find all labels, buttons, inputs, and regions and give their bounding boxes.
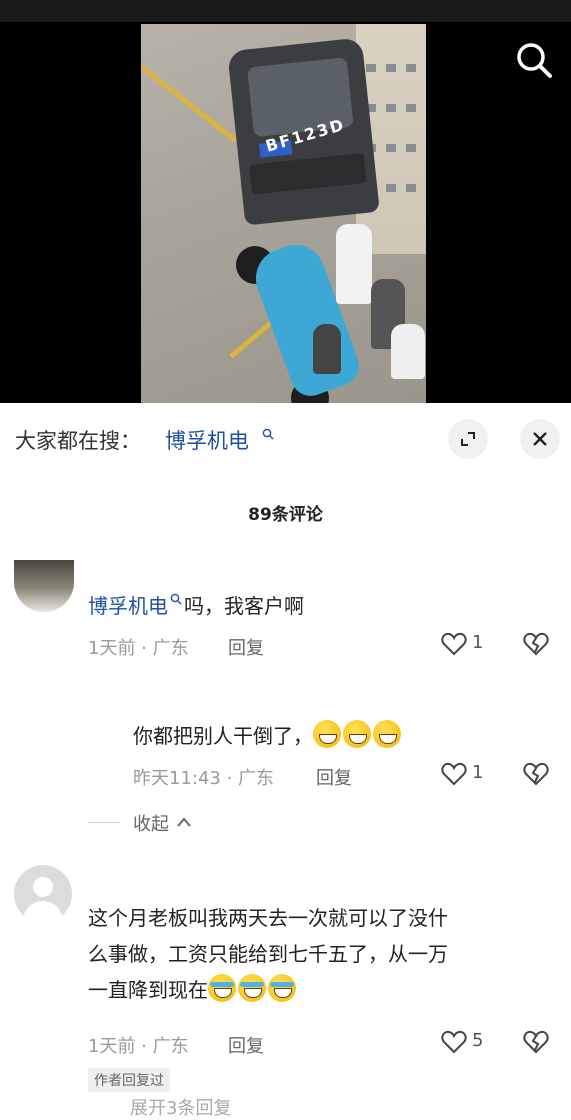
status-bar xyxy=(0,0,571,22)
search-icon xyxy=(262,428,274,440)
like-button[interactable]: 5 xyxy=(440,1028,500,1056)
person xyxy=(313,324,341,374)
reply-button[interactable]: 回复 xyxy=(228,634,264,660)
reply-button[interactable]: 回复 xyxy=(316,764,352,790)
grin-emoji xyxy=(343,720,371,748)
like-count: 1 xyxy=(472,632,484,653)
chevron-up-icon xyxy=(176,817,191,827)
video-frame[interactable]: BF123D xyxy=(141,24,426,403)
heart-icon xyxy=(441,762,467,786)
reply-text: 你都把别人干倒了， xyxy=(133,718,403,754)
grin-emoji xyxy=(313,720,341,748)
trending-search-link[interactable]: 博孚机电 xyxy=(165,425,249,455)
comment-meta: 1天前 · 广东 xyxy=(88,638,189,659)
search-icon xyxy=(170,593,182,605)
broken-heart-icon[interactable] xyxy=(522,630,550,658)
broken-heart-icon[interactable] xyxy=(522,760,550,788)
reply-meta: 昨天11:43 · 广东 xyxy=(133,768,275,789)
search-icon[interactable] xyxy=(514,40,554,80)
comment-line: 么事做，工资只能给到七千五了，从一万 xyxy=(88,942,448,966)
reply-button[interactable]: 回复 xyxy=(228,1032,264,1058)
comments-count: 89条评论 xyxy=(248,505,323,525)
like-button[interactable]: 1 xyxy=(440,760,500,788)
comment-meta: 1天前 · 广东 xyxy=(88,1036,189,1057)
comment-line: 一直降到现在 xyxy=(88,978,208,1002)
close-icon xyxy=(533,432,547,446)
comment-text-body: 吗，我客户啊 xyxy=(184,594,304,618)
like-count: 5 xyxy=(472,1030,484,1051)
like-button[interactable]: 1 xyxy=(440,630,500,658)
video-player[interactable]: BF123D xyxy=(0,0,571,403)
trending-search-label: 大家都在搜： xyxy=(15,429,141,453)
expand-replies-button[interactable]: 展开3条回复 xyxy=(130,1094,231,1120)
car: BF123D xyxy=(227,37,380,226)
reply-text-body: 你都把别人干倒了， xyxy=(133,724,313,748)
avatar[interactable] xyxy=(14,560,74,612)
divider xyxy=(88,822,120,823)
comment-line-last: 一直降到现在 xyxy=(88,972,448,1008)
trending-search-bar: 大家都在搜： 博孚机电 xyxy=(0,403,571,475)
heart-icon xyxy=(441,632,467,656)
heart-icon xyxy=(441,1030,467,1054)
person xyxy=(391,324,425,379)
comment-text: 博孚机电 吗，我客户啊 xyxy=(88,588,304,624)
collapse-label: 收起 xyxy=(133,814,169,835)
author-replied-badge: 作者回复过 xyxy=(88,1068,170,1092)
laugh-cry-emoji xyxy=(238,974,266,1002)
expand-button[interactable] xyxy=(448,419,488,459)
comment-link[interactable]: 博孚机电 xyxy=(88,594,168,618)
collapse-replies-button[interactable]: 收起 xyxy=(133,810,193,836)
person xyxy=(336,224,372,304)
broken-heart-icon[interactable] xyxy=(522,1028,550,1056)
grin-emoji xyxy=(373,720,401,748)
avatar[interactable] xyxy=(14,865,72,923)
close-button[interactable] xyxy=(520,419,560,459)
like-count: 1 xyxy=(472,762,484,783)
laugh-cry-emoji xyxy=(268,974,296,1002)
comment-line: 这个月老板叫我两天去一次就可以了没什 xyxy=(88,906,448,930)
laugh-cry-emoji xyxy=(208,974,236,1002)
expand-icon xyxy=(461,432,475,446)
road-marking xyxy=(141,64,238,143)
comment-text: 这个月老板叫我两天去一次就可以了没什 么事做，工资只能给到七千五了，从一万 一直… xyxy=(88,900,448,1008)
